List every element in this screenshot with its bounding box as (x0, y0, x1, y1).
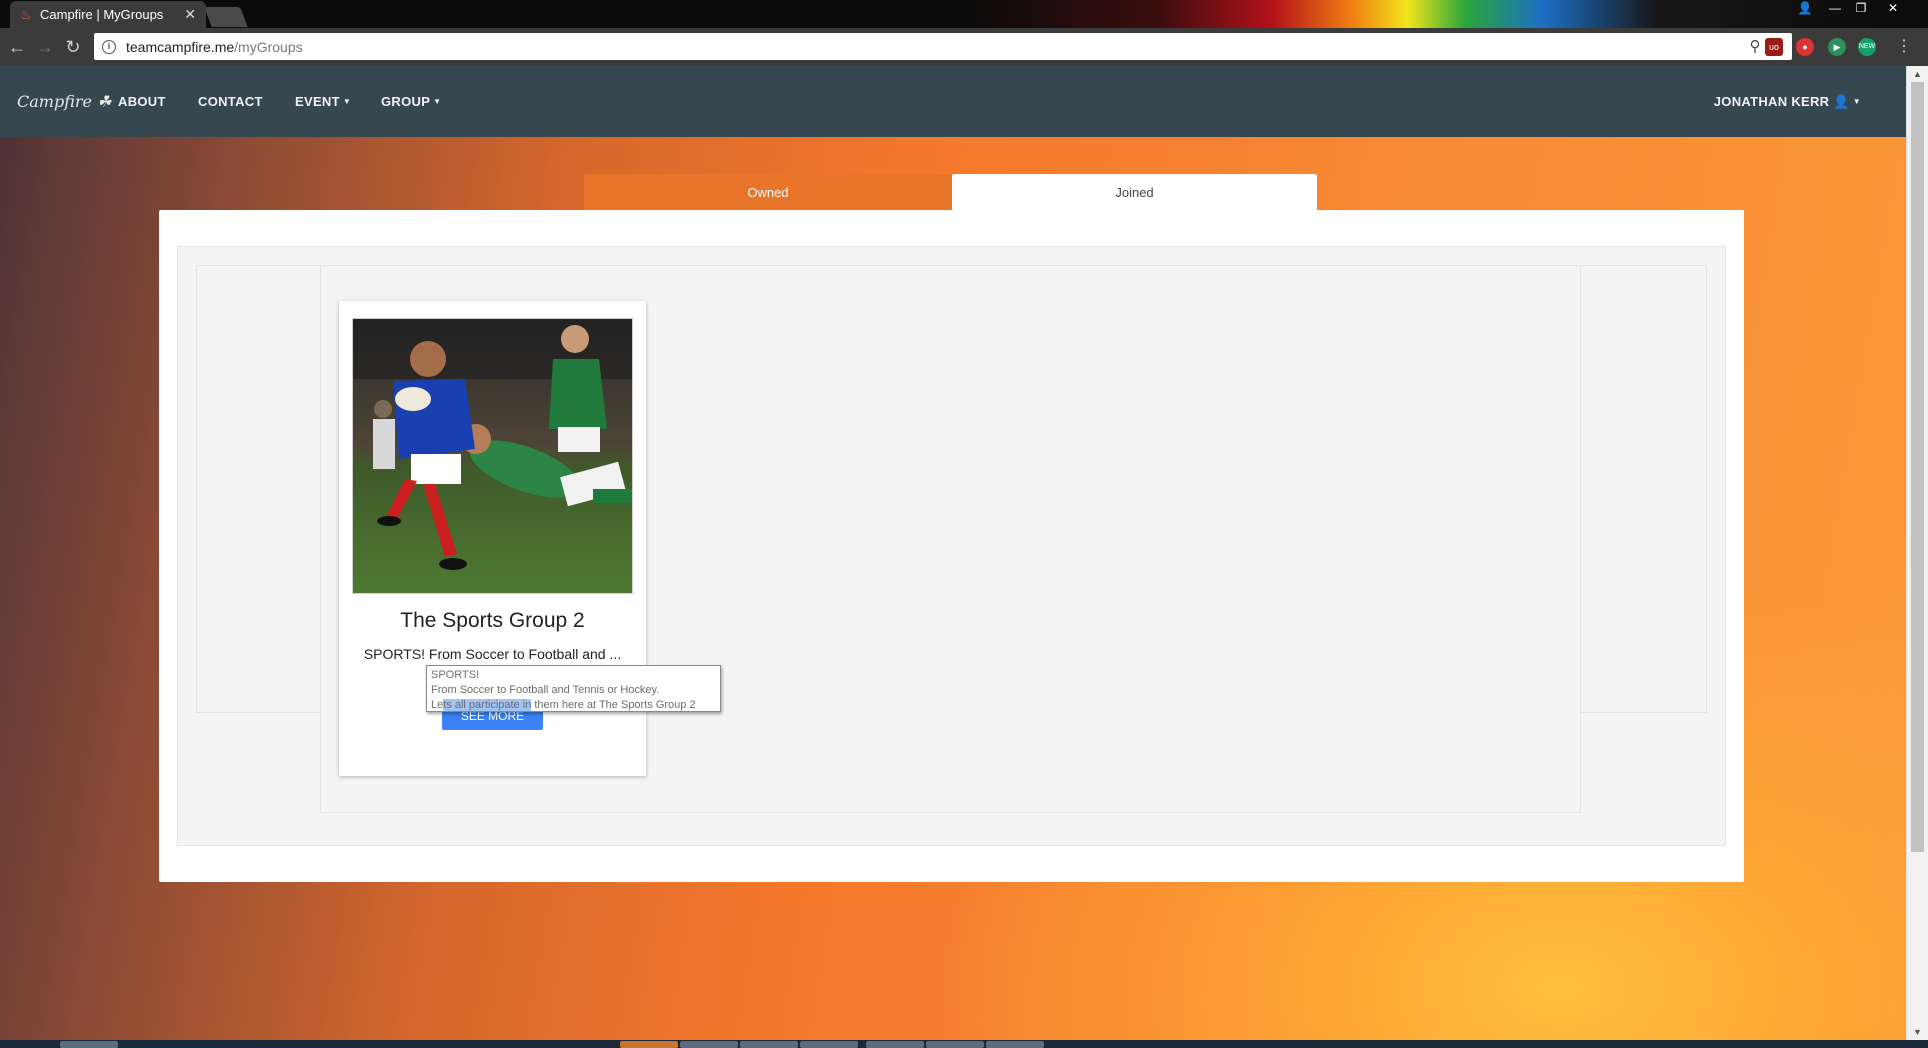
group-description: SPORTS! From Soccer to Football and ... (363, 646, 622, 662)
grammarly-icon[interactable]: NEW (1858, 38, 1876, 56)
play-icon[interactable]: ▶ (1828, 38, 1846, 56)
tab-joined[interactable]: Joined (952, 174, 1317, 210)
page-scrollbar[interactable]: ▲ ▼ (1906, 66, 1928, 1040)
forward-icon[interactable]: → (34, 36, 56, 58)
back-icon[interactable]: ← (6, 36, 28, 58)
rugby-photo-icon (353, 319, 632, 593)
url-host: teamcampfire.me (126, 38, 235, 55)
new-tab-button[interactable] (204, 7, 248, 27)
chevron-down-icon: ▼ (342, 97, 352, 106)
tooltip-line-1: SPORTS! (431, 669, 480, 681)
close-window-icon[interactable]: ✕ (1880, 0, 1906, 18)
nav-event-label: EVENT (295, 94, 340, 109)
url-path: /myGroups (234, 38, 303, 55)
user-icon: 👤 (1833, 94, 1850, 109)
nav-group-label: GROUP (381, 94, 431, 109)
profile-icon[interactable]: 👤 (1792, 0, 1818, 18)
taskbar-item[interactable] (866, 1041, 924, 1048)
tab-owned[interactable]: Owned (584, 174, 952, 210)
restore-icon[interactable]: ❐ (1848, 0, 1874, 18)
group-image[interactable] (352, 318, 633, 594)
chevron-down-icon: ▼ (1852, 97, 1861, 106)
os-taskbar (0, 1040, 1928, 1048)
nav-contact[interactable]: CONTACT (198, 94, 263, 109)
page-viewport: Campfire ☘ ABOUT CONTACT EVENT ▼ GROUP ▼ J… (0, 66, 1906, 1040)
browser-menu-icon[interactable]: ⋮ (1893, 36, 1915, 58)
taskbar-item[interactable] (800, 1041, 858, 1048)
site-navbar: Campfire ☘ ABOUT CONTACT EVENT ▼ GROUP ▼ J… (0, 66, 1906, 137)
scroll-up-icon[interactable]: ▲ (1913, 69, 1922, 79)
brand-logo[interactable]: Campfire ☘ (17, 92, 111, 111)
campfire-favicon-icon: ♨ (20, 6, 32, 22)
group-card: The Sports Group 2 SPORTS! From Soccer t… (339, 301, 721, 776)
minimize-icon[interactable]: — (1822, 0, 1848, 18)
address-bar: ← → ↻ i teamcampfire.me/myGroups ⚲ ☆ uo … (0, 28, 1928, 66)
reload-icon[interactable]: ↻ (62, 36, 84, 58)
tooltip-line-2: From Soccer to Football and Tennis or Ho… (431, 684, 660, 696)
nav-event-dropdown[interactable]: EVENT ▼ (295, 94, 351, 109)
groups-container: The Sports Group 2 SPORTS! From Soccer t… (177, 246, 1726, 846)
group-tabs: Owned Joined (584, 174, 1317, 210)
scroll-down-icon[interactable]: ▼ (1913, 1027, 1922, 1037)
nav-about[interactable]: ABOUT (118, 94, 166, 109)
taskbar-item[interactable] (986, 1041, 1044, 1048)
description-tooltip: SPORTS! From Soccer to Football and Tenn… (426, 665, 721, 712)
user-name: JONATHAN KERR (1713, 94, 1830, 109)
left-column (196, 265, 321, 713)
record-icon[interactable]: ● (1796, 38, 1814, 56)
right-column (1580, 265, 1707, 713)
tab-title: Campfire | MyGroups (40, 7, 164, 22)
url-input[interactable]: i teamcampfire.me/myGroups ⚲ ☆ (94, 33, 1792, 60)
site-info-icon[interactable]: i (102, 39, 116, 54)
browser-tab[interactable]: ♨ Campfire | MyGroups ✕ (10, 1, 206, 28)
taskbar-item[interactable] (60, 1041, 118, 1048)
tab-close-icon[interactable]: ✕ (184, 6, 196, 23)
taskbar-item[interactable] (740, 1041, 798, 1048)
browser-titlebar: ♨ Campfire | MyGroups ✕ 👤 — ❐ ✕ (0, 0, 1928, 28)
nav-group-dropdown[interactable]: GROUP ▼ (381, 94, 441, 109)
zoom-icon[interactable]: ⚲ (1750, 37, 1761, 55)
tooltip-line-3: Lets all participate in them here at The… (431, 699, 696, 711)
tooltip-selection: ts all participate in (443, 699, 532, 711)
groups-grid: The Sports Group 2 SPORTS! From Soccer t… (320, 265, 1581, 813)
group-title[interactable]: The Sports Group 2 (339, 609, 646, 633)
groups-panel: The Sports Group 2 SPORTS! From Soccer t… (159, 210, 1744, 882)
user-menu-dropdown[interactable]: JONATHAN KERR 👤 ▼ (1714, 94, 1861, 110)
taskbar-item[interactable] (620, 1041, 678, 1048)
ublock-icon[interactable]: uo (1765, 38, 1783, 56)
taskbar-item[interactable] (926, 1041, 984, 1048)
scrollbar-thumb[interactable] (1911, 82, 1924, 852)
taskbar-item[interactable] (680, 1041, 738, 1048)
chevron-down-icon: ▼ (433, 97, 442, 106)
